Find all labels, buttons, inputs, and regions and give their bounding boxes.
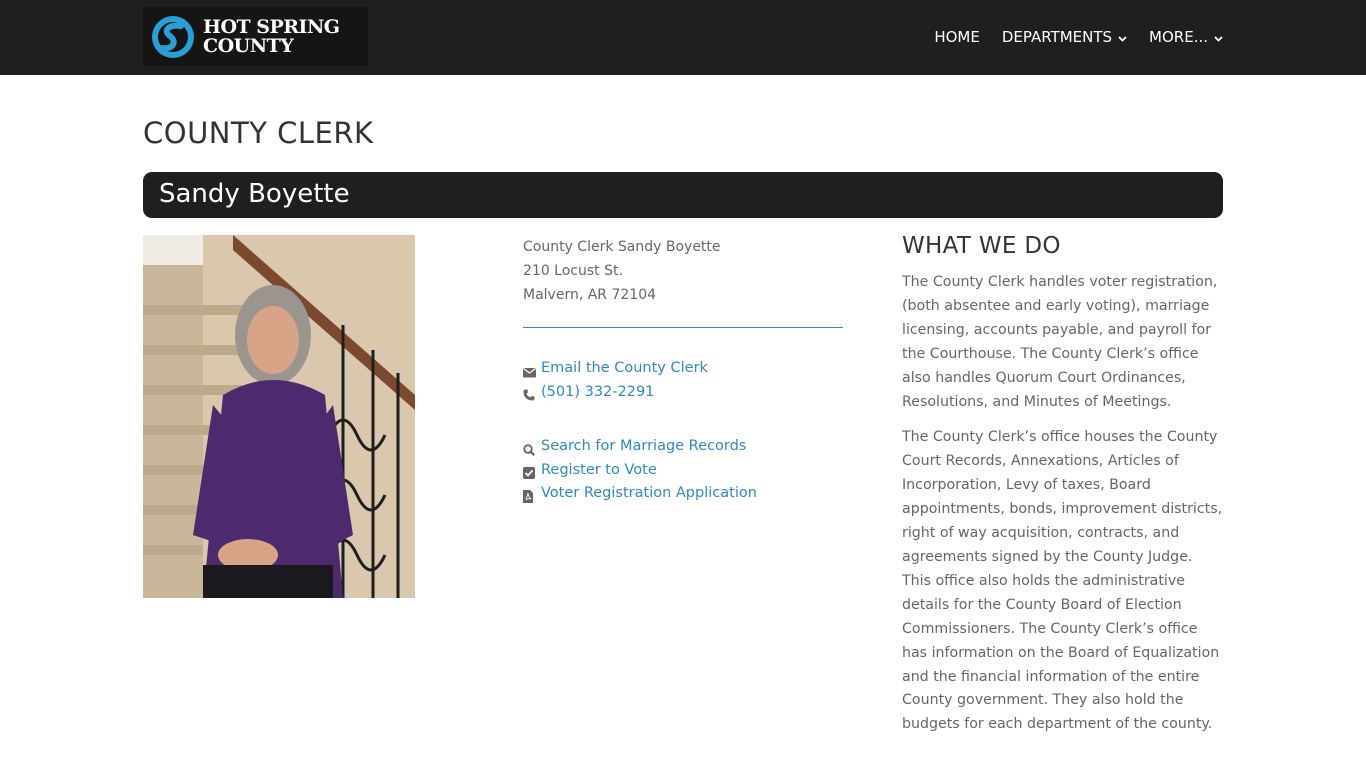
resource-links: Search for Marriage Records Register to … [523,435,757,506]
search-icon [523,441,535,456]
contact-info: County Clerk Sandy Boyette 210 Locust St… [523,235,843,307]
phone-row: (501) 332-2291 [523,381,708,405]
voter-application-link[interactable]: Voter Registration Application [541,482,757,506]
nav-home-label: HOME [934,28,980,46]
email-row: Email the County Clerk [523,357,708,381]
phone-link[interactable]: (501) 332-2291 [541,381,654,405]
nav-home[interactable]: HOME [934,28,980,46]
page-title: COUNTY CLERK [143,116,374,150]
chevron-down-icon [1214,28,1223,46]
site-header: HOT SPRING COUNTY HOME DEPARTMENTS MORE.… [0,0,1366,75]
register-row: Register to Vote [523,459,757,483]
phone-icon [523,386,535,401]
what-we-do-heading: WHAT WE DO [902,233,1061,259]
marriage-records-link[interactable]: Search for Marriage Records [541,435,746,459]
person-name: Sandy Boyette [159,179,350,209]
envelope-icon [523,363,536,378]
nav-more-label: MORE... [1149,28,1208,46]
divider [523,327,843,328]
clerk-title-line: County Clerk Sandy Boyette [523,239,721,255]
pdf-file-icon [523,488,535,503]
marriage-row: Search for Marriage Records [523,435,757,459]
logo-line-1: HOT SPRING [203,15,340,38]
register-to-vote-link[interactable]: Register to Vote [541,459,657,483]
name-banner: Sandy Boyette [143,172,1223,218]
check-square-icon [523,464,535,480]
what-we-do-paragraph-2: The County Clerk’s office houses the Cou… [902,429,1223,733]
email-clerk-link[interactable]: Email the County Clerk [541,357,708,381]
site-logo[interactable]: HOT SPRING COUNTY [143,7,368,66]
what-we-do-section: WHAT WE DO The County Clerk handles vote… [902,233,1224,749]
chevron-down-icon [1118,28,1127,46]
contact-links: Email the County Clerk (501) 332-2291 [523,357,708,404]
logo-wordmark: HOT SPRING COUNTY [203,15,340,57]
clerk-photo [143,235,415,598]
county-logo-icon [152,15,194,58]
main-nav: HOME DEPARTMENTS MORE... [912,28,1223,46]
address-city: Malvern, AR 72104 [523,287,657,303]
address-street: 210 Locust St. [523,263,623,279]
logo-line-2: COUNTY [203,34,294,57]
nav-departments[interactable]: DEPARTMENTS [1002,28,1127,46]
nav-departments-label: DEPARTMENTS [1001,28,1113,46]
nav-more[interactable]: MORE... [1149,28,1223,46]
application-row: Voter Registration Application [523,482,757,506]
what-we-do-paragraph-1: The County Clerk handles voter registrat… [902,274,1218,410]
